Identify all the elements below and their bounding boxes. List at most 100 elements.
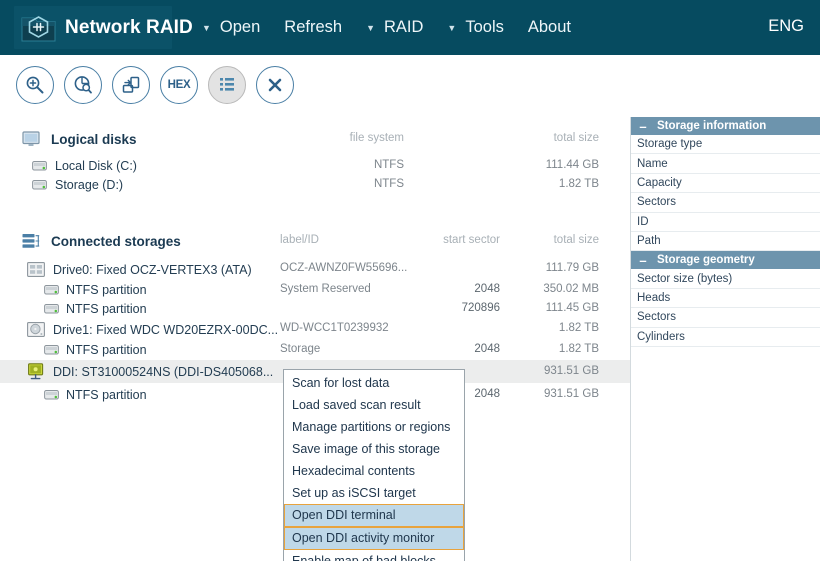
partition-icon — [44, 303, 59, 313]
context-menu-item-enable-map-of-bad-blocks[interactable]: Enable map of bad blocks — [284, 550, 464, 561]
hdd-icon — [27, 322, 45, 337]
detail-label: Sector size (bytes) — [637, 272, 733, 285]
monitor-icon — [22, 131, 40, 146]
cell-start-sector: 720896 — [461, 302, 500, 314]
chevron-down-icon-tools[interactable]: ▼ — [447, 24, 456, 33]
cell-label-id: WD-WCC1T0239932 — [280, 322, 389, 334]
list-item-label: Local Disk (C:) — [55, 158, 137, 173]
find-storage-icon[interactable] — [16, 66, 54, 104]
hex-editor-icon[interactable]: HEX — [160, 66, 198, 104]
cell-file-system: NTFS — [373, 178, 404, 190]
context-menu-item-manage-partitions-or-regions[interactable]: Manage partitions or regions — [284, 416, 464, 438]
panel-header-storage-geometry[interactable]: – Storage geometry — [631, 251, 820, 270]
table-row-label: NTFS partition — [66, 282, 147, 297]
cell-total-size: 1.82 TB — [558, 343, 599, 355]
context-menu-item-set-up-as-iscsi-target[interactable]: Set up as iSCSI target — [284, 482, 464, 504]
cell-label-id: System Reserved — [280, 283, 371, 295]
menu-group-about: About — [528, 16, 595, 39]
list-item[interactable]: Storage (D:) NTFS 1.82 TB — [0, 175, 630, 194]
column-header-start-sector: start sector — [443, 234, 500, 246]
column-header-total-size-2: total size — [553, 234, 599, 246]
table-row-label: Drive0: Fixed OCZ-VERTEX3 (ATA) — [53, 262, 252, 277]
list-view-icon[interactable] — [208, 66, 246, 104]
table-row[interactable]: NTFS partition 720896 111.45 GB — [0, 299, 630, 318]
context-menu-item-hexadecimal-contents[interactable]: Hexadecimal contents — [284, 460, 464, 482]
cell-total-size: 1.82 TB — [558, 178, 599, 190]
language-selector[interactable]: ENG — [768, 17, 804, 36]
cell-total-size: 931.51 GB — [544, 388, 599, 400]
context-menu: Scan for lost data Load saved scan resul… — [283, 369, 465, 561]
table-row[interactable]: NTFS partition System Reserved 2048 350.… — [0, 280, 630, 299]
context-menu-item-load-saved-scan-result[interactable]: Load saved scan result — [284, 394, 464, 416]
detail-row-id: ID — [631, 213, 820, 232]
collapse-icon-storage-geometry[interactable]: – — [636, 254, 650, 267]
column-header-total-size: total size — [553, 132, 599, 144]
context-menu-item-open-ddi-terminal[interactable]: Open DDI terminal — [284, 504, 464, 527]
detail-label: Cylinders — [637, 330, 685, 343]
menu-group-tools: ▼ Tools — [447, 16, 527, 39]
disk-analysis-icon[interactable] — [64, 66, 102, 104]
panel-header-storage-information[interactable]: – Storage information — [631, 117, 820, 135]
menu-group-refresh: Refresh — [284, 16, 366, 39]
menu-group-open: ▼ Open — [202, 16, 284, 39]
list-item-label: Storage (D:) — [55, 177, 124, 192]
ssd-icon — [27, 262, 45, 277]
cell-file-system: NTFS — [373, 159, 404, 171]
section-title-logical-disks: Logical disks — [51, 131, 137, 147]
cross-icon — [268, 78, 282, 92]
detail-row-capacity: Capacity — [631, 174, 820, 194]
menu-item-tools[interactable]: Tools — [465, 16, 504, 39]
menu-item-about[interactable]: About — [528, 16, 571, 39]
drive-icon — [32, 160, 47, 170]
table-row[interactable]: Drive1: Fixed WDC WD20EZRX-00DC... WD-WC… — [0, 319, 630, 340]
panel-title-storage-geometry: Storage geometry — [657, 254, 755, 267]
context-menu-item-scan-for-lost-data[interactable]: Scan for lost data — [284, 372, 464, 394]
table-row-label: DDI: ST31000524NS (DDI-DS405068... — [53, 364, 274, 379]
cell-total-size: 111.79 GB — [545, 262, 599, 274]
cell-total-size: 1.82 TB — [558, 322, 599, 334]
menu-item-refresh[interactable]: Refresh — [284, 16, 342, 39]
section-logical-disks: Logical disks file system total size — [0, 124, 630, 154]
context-menu-item-save-image-of-this-storage[interactable]: Save image of this storage — [284, 438, 464, 460]
magnifier-plus-icon — [26, 76, 44, 94]
cell-total-size: 350.02 MB — [543, 283, 599, 295]
detail-row-cylinders: Cylinders — [631, 328, 820, 347]
network-raid-folder-hexagon-logo-icon — [21, 15, 56, 41]
main-menu: ▼ Open Refresh ▼ RAID ▼ Tools About — [202, 16, 595, 39]
toolbar: HEX — [0, 55, 820, 117]
detail-row-sector-size: Sector size (bytes) — [631, 269, 820, 289]
hex-label: HEX — [167, 79, 191, 91]
panel-title-storage-information: Storage information — [657, 120, 767, 132]
chevron-down-icon-raid[interactable]: ▼ — [366, 24, 375, 33]
chevron-down-icon-open[interactable]: ▼ — [202, 24, 211, 33]
table-row-label: Drive1: Fixed WDC WD20EZRX-00DC... — [53, 322, 279, 337]
app-logo: Network RAID — [14, 6, 193, 49]
detail-label: Capacity — [637, 176, 682, 189]
list-item[interactable]: Local Disk (C:) NTFS 111.44 GB — [0, 156, 630, 175]
column-header-label-id: label/ID — [280, 234, 319, 246]
cell-label-id: OCZ-AWNZ0FW55696... — [280, 262, 408, 274]
close-icon[interactable] — [256, 66, 294, 104]
partition-icon — [44, 389, 59, 399]
copy-storage-icon[interactable] — [112, 66, 150, 104]
partition-icon — [44, 344, 59, 354]
table-row-label: NTFS partition — [66, 342, 147, 357]
cell-total-size: 111.44 GB — [545, 159, 599, 171]
column-header-file-system: file system — [349, 132, 404, 144]
collapse-icon-storage-information[interactable]: – — [636, 120, 650, 133]
detail-label: Heads — [637, 291, 671, 304]
table-row[interactable]: Drive0: Fixed OCZ-VERTEX3 (ATA) OCZ-AWNZ… — [0, 259, 630, 280]
table-row[interactable]: NTFS partition Storage 2048 1.82 TB — [0, 340, 630, 359]
detail-label: ID — [637, 215, 649, 228]
menu-item-open[interactable]: Open — [220, 16, 260, 39]
detail-row-storage-type: Storage type — [631, 135, 820, 155]
table-row-label: NTFS partition — [66, 301, 147, 316]
detail-label: Sectors — [637, 196, 676, 209]
context-menu-item-open-ddi-activity-monitor[interactable]: Open DDI activity monitor — [284, 527, 464, 550]
detail-row-path: Path — [631, 232, 820, 252]
cell-total-size: 111.45 GB — [545, 302, 599, 314]
app-header: Network RAID ▼ Open Refresh ▼ RAID ▼ Too… — [0, 0, 820, 55]
detail-row-name: Name — [631, 154, 820, 174]
menu-item-raid[interactable]: RAID — [384, 16, 423, 39]
ddi-network-icon — [28, 363, 44, 380]
